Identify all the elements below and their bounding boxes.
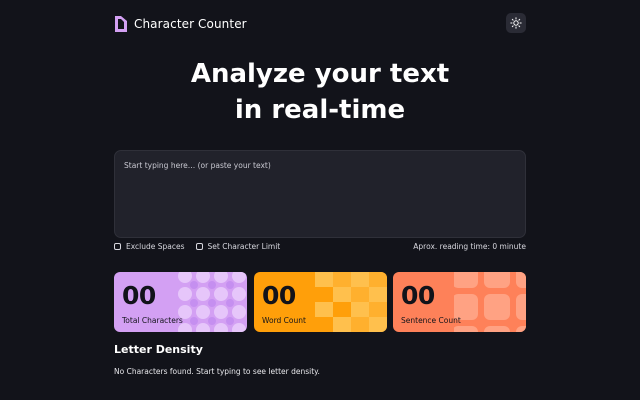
hero-heading: Analyze your text in real-time: [0, 56, 640, 128]
total-characters-value: 00: [122, 281, 156, 310]
exclude-spaces-option[interactable]: Exclude Spaces: [114, 242, 185, 251]
app-logo[interactable]: Character Counter: [114, 14, 247, 34]
character-limit-option[interactable]: Set Character Limit: [195, 241, 281, 251]
checker-pattern-graphic: [315, 272, 387, 332]
word-count-label: Word Count: [262, 316, 306, 325]
theme-toggle-button[interactable]: [506, 13, 526, 33]
total-characters-card: 00 Total Characters: [114, 272, 247, 332]
word-count-card: 00 Word Count: [254, 272, 387, 332]
exclude-spaces-label: Exclude Spaces: [126, 241, 185, 251]
word-count-value: 00: [262, 281, 296, 310]
character-limit-label: Set Character Limit: [207, 241, 281, 251]
app-title: Character Counter: [134, 17, 247, 31]
total-characters-label: Total Characters: [122, 316, 183, 325]
rounded-squares-pattern-graphic: [454, 272, 526, 332]
character-limit-checkbox[interactable]: [195, 242, 203, 250]
hero-line-2: in real-time: [234, 95, 406, 125]
dots-pattern-graphic: [178, 272, 246, 332]
sentence-count-value: 00: [401, 281, 435, 310]
hero-line-1: Analyze your text: [190, 59, 450, 89]
document-half-icon: [115, 16, 127, 32]
sun-icon: [510, 17, 522, 29]
text-input-area[interactable]: [114, 150, 526, 238]
reading-time: Aprox. reading time: 0 minute: [413, 241, 526, 251]
exclude-spaces-checkbox[interactable]: [114, 242, 121, 250]
app-page: Character Counter Analyze your text in r…: [0, 0, 640, 400]
letter-density-empty-message: No Characters found. Start typing to see…: [114, 367, 320, 376]
sentence-count-label: Sentence Count: [401, 316, 461, 325]
sentence-count-card: 00 Sentence Count: [393, 272, 526, 332]
options-row: Exclude Spaces Set Character Limit Aprox…: [114, 240, 526, 252]
letter-density-title: Letter Density: [114, 343, 203, 356]
